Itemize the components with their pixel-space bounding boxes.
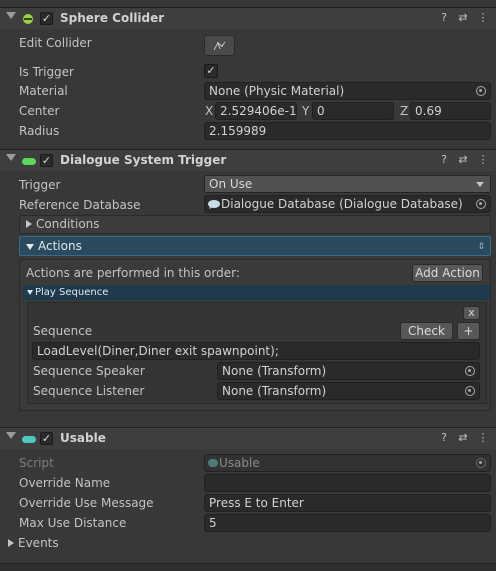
material-label: Material (19, 84, 68, 98)
foldout-arrow-icon[interactable] (6, 432, 16, 439)
foldout-down-icon (27, 290, 33, 295)
remove-action-button[interactable]: x (463, 306, 480, 320)
script-value: Usable (219, 456, 260, 470)
foldout-right-icon (8, 539, 14, 547)
component-title: Dialogue System Trigger (60, 153, 227, 167)
is-trigger-checkbox[interactable]: ✓ (204, 64, 218, 78)
object-picker-icon (476, 458, 486, 468)
more-icon[interactable]: ⋮ (476, 153, 490, 167)
component-title: Usable (60, 431, 106, 445)
center-z-label: Z (400, 104, 409, 118)
dialogue-database-icon (208, 200, 220, 209)
conditions-label: Conditions (36, 217, 100, 231)
play-sequence-header[interactable]: Play Sequence (23, 285, 490, 300)
events-foldout[interactable]: Events (8, 534, 59, 552)
override-name-label: Override Name (19, 476, 111, 490)
foldout-down-icon (26, 244, 34, 250)
sphere-collider-header[interactable]: ✓ Sphere Collider ? ⇄ ⋮ (0, 7, 496, 29)
script-label: Script (19, 456, 54, 470)
sphere-collider-icon (22, 13, 34, 25)
edit-collider-button[interactable] (204, 35, 235, 56)
sequence-speaker-label: Sequence Speaker (33, 364, 145, 378)
reference-db-label: Reference Database (19, 198, 141, 212)
center-z-input[interactable]: 0.69 (410, 102, 491, 120)
preset-icon[interactable]: ⇄ (456, 11, 470, 25)
sequence-listener-label: Sequence Listener (33, 384, 145, 398)
center-y-label: Y (302, 104, 310, 118)
max-use-distance-input[interactable]: 5 (204, 514, 491, 532)
enabled-checkbox[interactable]: ✓ (40, 432, 53, 445)
center-y-input[interactable]: 0 (312, 102, 394, 120)
sequence-speaker-value: None (Transform) (222, 364, 327, 378)
trigger-label: Trigger (19, 178, 61, 192)
help-icon[interactable]: ? (437, 153, 451, 167)
trigger-dropdown[interactable]: On Use (204, 175, 491, 193)
max-use-distance-label: Max Use Distance (19, 516, 127, 530)
override-name-input[interactable] (204, 474, 491, 492)
add-action-button[interactable]: Add Action (412, 264, 483, 282)
conditions-foldout[interactable]: Conditions (19, 215, 491, 234)
help-icon[interactable]: ? (437, 11, 451, 25)
radius-label: Radius (19, 124, 60, 138)
sequence-label: Sequence (33, 324, 93, 338)
preset-icon[interactable]: ⇄ (456, 431, 470, 445)
object-picker-icon[interactable] (465, 366, 475, 376)
check-button[interactable]: Check (400, 322, 453, 340)
override-use-message-input[interactable]: Press E to Enter (204, 494, 491, 512)
add-sequence-button[interactable]: + (457, 322, 480, 340)
sequence-speaker-field[interactable]: None (Transform) (217, 362, 480, 380)
sequence-listener-field[interactable]: None (Transform) (217, 382, 480, 400)
foldout-right-icon (26, 220, 32, 228)
usable-header[interactable]: ✓ Usable ? ⇄ ⋮ (0, 427, 496, 449)
object-picker-icon[interactable] (476, 86, 486, 96)
events-label: Events (18, 536, 59, 550)
help-icon[interactable]: ? (437, 431, 451, 445)
script-icon (208, 459, 218, 467)
foldout-arrow-icon[interactable] (6, 12, 16, 19)
foldout-arrow-icon[interactable] (6, 154, 16, 161)
reorder-icon[interactable]: ⇕ (477, 238, 485, 256)
sequence-listener-value: None (Transform) (222, 384, 327, 398)
enabled-checkbox[interactable]: ✓ (40, 12, 53, 25)
dialogue-trigger-header[interactable]: ✓ Dialogue System Trigger ? ⇄ ⋮ (0, 149, 496, 171)
center-label: Center (19, 104, 60, 118)
more-icon[interactable]: ⋮ (476, 11, 490, 25)
override-use-message-label: Override Use Message (19, 496, 154, 510)
material-value: None (Physic Material) (209, 84, 345, 98)
trigger-value: On Use (209, 177, 253, 191)
component-title: Sphere Collider (60, 11, 165, 25)
object-picker-icon[interactable] (476, 199, 486, 209)
script-field: Usable (204, 454, 491, 472)
center-x-label: X (205, 104, 214, 118)
play-sequence-label: Play Sequence (35, 287, 109, 298)
inspector-footer (0, 563, 496, 571)
enabled-checkbox[interactable]: ✓ (40, 154, 53, 167)
actions-label: Actions (38, 239, 82, 253)
edit-collider-label: Edit Collider (19, 36, 92, 50)
center-x-input[interactable]: 2.529406e-1 (215, 102, 297, 120)
actions-description: Actions are performed in this order: (26, 266, 240, 280)
usable-script-icon (22, 433, 36, 445)
material-field[interactable]: None (Physic Material) (204, 82, 491, 100)
actions-foldout[interactable]: Actions ⇕ (19, 236, 491, 256)
more-icon[interactable]: ⋮ (476, 431, 490, 445)
chevron-down-icon (476, 182, 484, 187)
object-picker-icon[interactable] (465, 386, 475, 396)
radius-input[interactable]: 2.159989 (204, 122, 491, 140)
edit-collider-icon (213, 41, 225, 51)
dialogue-trigger-icon (22, 155, 36, 167)
is-trigger-label: Is Trigger (19, 65, 74, 79)
reference-db-value: Dialogue Database (Dialogue Database) (221, 197, 463, 211)
reference-db-field[interactable]: Dialogue Database (Dialogue Database) (204, 195, 491, 213)
sequence-textarea[interactable]: LoadLevel(Diner,Diner exit spawnpoint); (32, 342, 480, 360)
preset-icon[interactable]: ⇄ (456, 153, 470, 167)
